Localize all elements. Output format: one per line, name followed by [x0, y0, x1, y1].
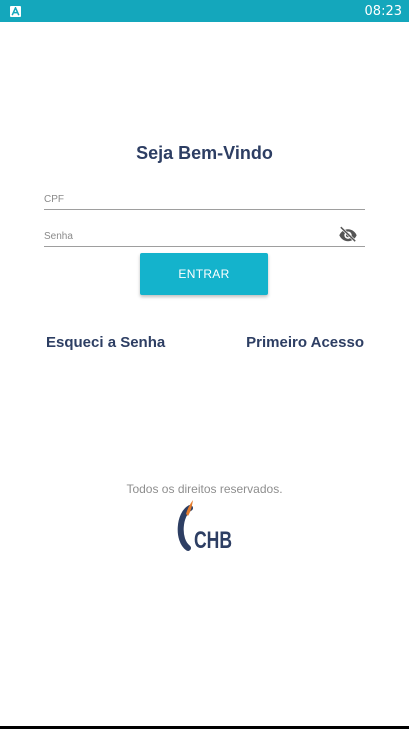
status-bar: 08:23 [0, 0, 409, 22]
status-time: 08:23 [364, 3, 402, 19]
android-a-icon [10, 5, 21, 17]
forgot-password-link[interactable]: Esqueci a Senha [46, 334, 165, 351]
senha-input[interactable] [44, 231, 365, 242]
rights-text: Todos os direitos reservados. [126, 482, 283, 496]
entrar-button[interactable]: ENTRAR [140, 253, 268, 295]
cpf-input[interactable] [44, 194, 365, 205]
logo-text: CHB [194, 527, 232, 552]
page-title: Seja Bem-Vindo [136, 143, 273, 163]
chb-logo: CHB [174, 500, 236, 554]
first-access-link[interactable]: Primeiro Acesso [246, 334, 364, 351]
cpf-field[interactable] [44, 180, 365, 210]
eye-off-icon[interactable] [337, 223, 359, 245]
senha-field[interactable] [44, 217, 365, 247]
